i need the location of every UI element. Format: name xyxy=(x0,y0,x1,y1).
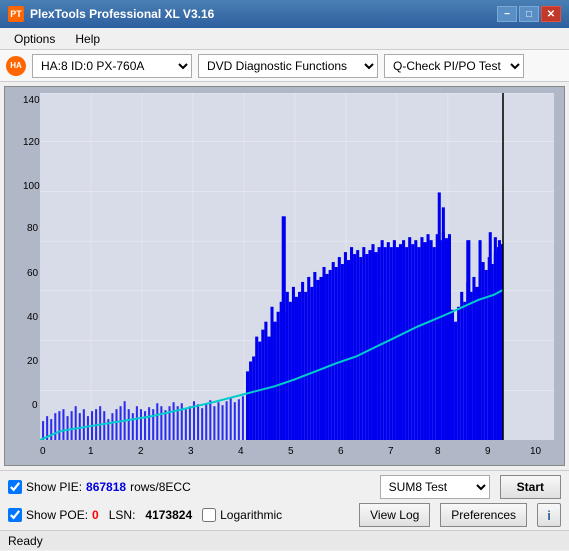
toolbar: HA HA:8 ID:0 PX-760A DVD Diagnostic Func… xyxy=(0,50,569,82)
show-poe-checkbox[interactable] xyxy=(8,508,22,522)
rows-label: rows/8ECC xyxy=(130,480,191,494)
y-label-20: 20 xyxy=(27,356,38,367)
logarithmic-group: Logarithmic xyxy=(202,508,282,522)
y-label-60: 60 xyxy=(27,268,38,279)
pie-value: 867818 xyxy=(86,480,126,494)
logarithmic-checkbox[interactable] xyxy=(202,508,216,522)
x-label-9: 9 xyxy=(485,446,491,457)
show-pie-group: Show PIE: 867818 rows/8ECC xyxy=(8,480,191,494)
x-label-0: 0 xyxy=(40,446,46,457)
bottom-row-1: Show PIE: 867818 rows/8ECC SUM8 Test Sta… xyxy=(8,475,561,499)
bottom-row-2: Show POE: 0 LSN: 4173824 Logarithmic Vie… xyxy=(8,503,561,527)
title-bar: PT PlexTools Professional XL V3.16 − □ ✕ xyxy=(0,0,569,28)
x-label-10: 10 xyxy=(530,446,541,457)
y-label-80: 80 xyxy=(27,223,38,234)
x-label-2: 2 xyxy=(138,446,144,457)
x-label-4: 4 xyxy=(238,446,244,457)
restore-button[interactable]: □ xyxy=(519,6,539,22)
show-poe-group: Show POE: 0 xyxy=(8,508,99,522)
x-label-5: 5 xyxy=(288,446,294,457)
y-label-40: 40 xyxy=(27,312,38,323)
preferences-button[interactable]: Preferences xyxy=(440,503,527,527)
info-button[interactable]: i xyxy=(537,503,561,527)
lsn-label: LSN: xyxy=(109,508,136,522)
y-label-100: 100 xyxy=(23,181,40,192)
view-log-button[interactable]: View Log xyxy=(359,503,430,527)
window-controls: − □ ✕ xyxy=(497,6,561,22)
chart-inner xyxy=(40,93,554,440)
x-label-6: 6 xyxy=(338,446,344,457)
x-label-1: 1 xyxy=(88,446,94,457)
menu-options[interactable]: Options xyxy=(6,30,63,48)
x-label-8: 8 xyxy=(435,446,441,457)
device-select[interactable]: HA:8 ID:0 PX-760A xyxy=(32,54,192,78)
test-select[interactable]: Q-Check PI/PO Test xyxy=(384,54,524,78)
y-label-140: 140 xyxy=(23,95,40,106)
x-label-3: 3 xyxy=(188,446,194,457)
sum-test-select[interactable]: SUM8 Test xyxy=(380,475,490,499)
chart-area: 140 120 100 80 60 40 20 0 0 1 2 3 4 5 6 … xyxy=(4,86,565,466)
chart-svg xyxy=(40,93,554,440)
window-title: PlexTools Professional XL V3.16 xyxy=(30,7,497,21)
device-icon: HA xyxy=(6,56,26,76)
app-icon: PT xyxy=(8,6,24,22)
status-text: Ready xyxy=(8,534,43,548)
minimize-button[interactable]: − xyxy=(497,6,517,22)
status-bar: Ready xyxy=(0,530,569,550)
show-poe-label: Show POE: xyxy=(26,508,88,522)
y-label-0: 0 xyxy=(32,400,38,411)
lsn-value: 4173824 xyxy=(145,508,192,522)
show-pie-label: Show PIE: xyxy=(26,480,82,494)
logarithmic-label: Logarithmic xyxy=(220,508,282,522)
close-button[interactable]: ✕ xyxy=(541,6,561,22)
poe-value: 0 xyxy=(92,508,99,522)
start-button[interactable]: Start xyxy=(500,475,561,499)
y-label-120: 120 xyxy=(23,137,40,148)
function-select[interactable]: DVD Diagnostic Functions xyxy=(198,54,378,78)
menu-help[interactable]: Help xyxy=(67,30,108,48)
menu-bar: Options Help xyxy=(0,28,569,50)
show-pie-checkbox[interactable] xyxy=(8,480,22,494)
bottom-controls: Show PIE: 867818 rows/8ECC SUM8 Test Sta… xyxy=(0,470,569,530)
x-label-7: 7 xyxy=(388,446,394,457)
